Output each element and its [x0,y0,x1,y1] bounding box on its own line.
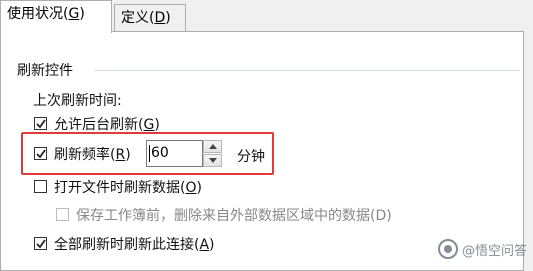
refresh-interval-spinner [203,140,222,167]
watermark-text: @悟空问答 [461,243,527,259]
group-title: 刷新控件 [17,63,73,79]
chevron-down-icon [209,158,217,163]
tab-definition-accel: D [154,10,166,26]
last-refresh-label: 上次刷新时间: [33,93,122,109]
refresh-on-open-text: 打开文件时刷新数据( [54,180,186,196]
refresh-on-open-label[interactable]: 打开文件时刷新数据(O) [54,177,202,197]
refresh-all-accel: A [199,237,210,253]
refresh-interval-input[interactable]: 60 [146,140,203,167]
background-refresh-label[interactable]: 允许后台刷新(G) [54,114,160,134]
text-caret [149,145,150,162]
watermark-logo-icon [437,239,458,259]
background-refresh-text: 允许后台刷新( [54,117,144,133]
tab-usage-suffix: ) [79,6,85,22]
watermark: @悟空问答 [437,239,527,259]
refresh-all-label[interactable]: 全部刷新时刷新此连接(A) [54,234,215,254]
refresh-every-checkbox[interactable] [34,147,47,160]
tab-definition[interactable]: 定义(D) [114,4,186,31]
checkmark-icon [36,239,46,249]
refresh-all-suffix: ) [209,237,215,253]
background-refresh-accel: G [143,117,155,133]
chevron-up-icon [209,144,217,149]
checkmark-icon [36,149,46,159]
background-refresh-suffix: ) [154,117,160,133]
refresh-every-accel: R [115,147,126,163]
refresh-interval-unit: 分钟 [237,149,265,165]
refresh-every-suffix: ) [125,147,131,163]
refresh-all-checkbox[interactable] [34,237,47,250]
spin-up-button[interactable] [203,140,222,153]
tab-definition-label: 定义( [121,10,155,26]
remove-external-data-checkbox[interactable] [56,208,69,221]
refresh-all-text: 全部刷新时刷新此连接( [54,237,200,253]
refresh-every-label[interactable]: 刷新频率(R) [54,144,131,164]
tab-usage-accel: G [68,6,80,22]
refresh-on-open-checkbox[interactable] [34,180,47,193]
tab-usage[interactable]: 使用状况(G) [0,0,112,33]
checkmark-icon [36,119,46,129]
remove-external-data-label: 保存工作簿前，删除来自外部数据区域中的数据(D) [76,208,392,224]
refresh-on-open-suffix: ) [196,180,202,196]
spin-down-button[interactable] [203,154,222,167]
tab-definition-suffix: ) [165,10,171,26]
group-divider [94,70,520,71]
tab-usage-label: 使用状况( [7,6,69,22]
tab-strip: 使用状况(G) 定义(D) [0,0,533,33]
background-refresh-checkbox[interactable] [34,117,47,130]
refresh-every-text: 刷新频率( [54,147,116,163]
refresh-on-open-accel: O [185,180,197,196]
